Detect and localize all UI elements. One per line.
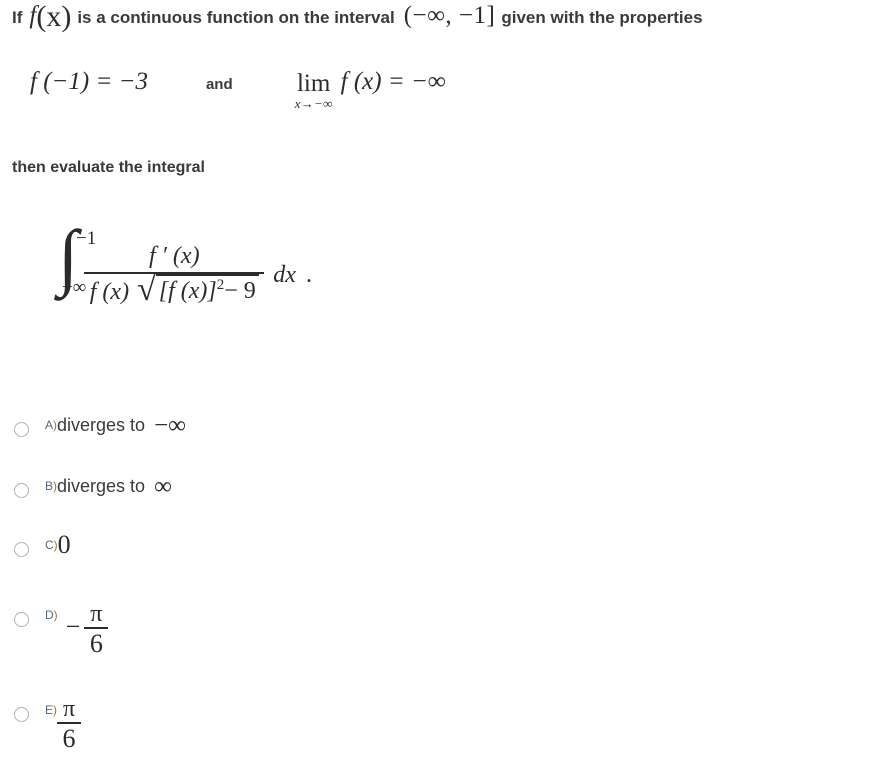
option-fraction-denominator-d: 6 — [89, 629, 103, 659]
integral-expression: ∫ −1 −∞ f ′ (x) f (x) √ [f (x)]2− 9 dx . — [58, 220, 312, 320]
integrand-denominator: f (x) √ [f (x)]2− 9 — [86, 270, 263, 308]
function-symbol-f: f(x) — [29, 0, 72, 33]
option-math-a: −∞ — [154, 412, 186, 439]
integrand-fraction: f ′ (x) f (x) √ [f (x)]2− 9 — [84, 242, 265, 308]
option-fraction-numerator-d: π — [90, 601, 103, 627]
radical-sign-icon: √ — [137, 270, 156, 308]
limit-operator: lim — [296, 70, 331, 97]
option-letter-c: C — [45, 538, 54, 552]
property-connector: and — [205, 76, 233, 93]
radio-button-d[interactable] — [14, 612, 29, 627]
interval-notation: (−∞, −1] — [403, 2, 496, 29]
option-fraction-numerator-e: π — [62, 696, 76, 722]
radicand-base: [f (x)] — [158, 277, 217, 304]
answer-option-e[interactable]: E ) π 6 — [14, 696, 82, 760]
option-math-c: 0 — [57, 530, 71, 559]
expression-terminator: . — [305, 261, 312, 288]
option-letter-d: D — [45, 608, 54, 622]
integral-lower-limit: −∞ — [62, 277, 87, 298]
radio-button-e[interactable] — [14, 707, 29, 722]
radio-button-c[interactable] — [14, 542, 29, 557]
answer-option-b[interactable]: B ) diverges to ∞ — [14, 473, 172, 507]
integrand-numerator: f ′ (x) — [149, 242, 200, 269]
property-value-condition: f (−1) = −3 — [30, 68, 148, 95]
radio-button-a[interactable] — [14, 422, 29, 437]
radio-button-b[interactable] — [14, 483, 29, 498]
answer-option-a[interactable]: A ) diverges to −∞ — [14, 412, 186, 446]
radicand-rest: − 9 — [224, 277, 256, 304]
limit-body: f (x) = −∞ — [340, 68, 446, 95]
option-fraction-denominator-e: 6 — [62, 724, 76, 754]
denominator-factor: f (x) — [89, 278, 130, 305]
option-letter-a: A — [45, 418, 54, 432]
radicand: [f (x)]2− 9 — [155, 273, 259, 305]
option-fraction-d: π 6 — [84, 601, 109, 659]
differential-dx: dx — [273, 261, 296, 288]
statement-text-part3: given with the properties — [501, 8, 703, 27]
option-text-a: diverges to — [57, 415, 146, 435]
answer-option-d[interactable]: D ) − π 6 — [14, 601, 109, 665]
question-statement: If f(x) is a continuous function on the … — [12, 0, 708, 33]
option-fraction-e: π 6 — [57, 696, 82, 754]
option-letter-e: E — [45, 703, 54, 717]
option-math-b: ∞ — [154, 473, 172, 500]
limit-operator-stack: lim x→−∞ — [295, 71, 333, 111]
function-argument-x: (x) — [36, 0, 72, 33]
statement-text-part1: If — [12, 8, 23, 27]
given-properties: f (−1) = −3 and lim x→−∞ f (x) = −∞ — [30, 68, 446, 111]
option-text-b: diverges to — [57, 476, 146, 496]
integral-sign-group: ∫ −1 −∞ — [58, 220, 96, 320]
limit-subscript: x→−∞ — [294, 96, 333, 111]
option-sign-d: − — [65, 612, 81, 641]
statement-text-part2: is a continuous function on the interval — [77, 8, 395, 27]
option-letter-b: B — [45, 479, 54, 493]
property-limit-condition: lim x→−∞ f (x) = −∞ — [295, 68, 446, 111]
answer-option-c[interactable]: C ) 0 — [14, 532, 71, 564]
option-paren-d: ) — [53, 608, 58, 622]
square-root: √ [f (x)]2− 9 — [137, 270, 259, 308]
evaluate-instruction: then evaluate the integral — [12, 159, 205, 176]
